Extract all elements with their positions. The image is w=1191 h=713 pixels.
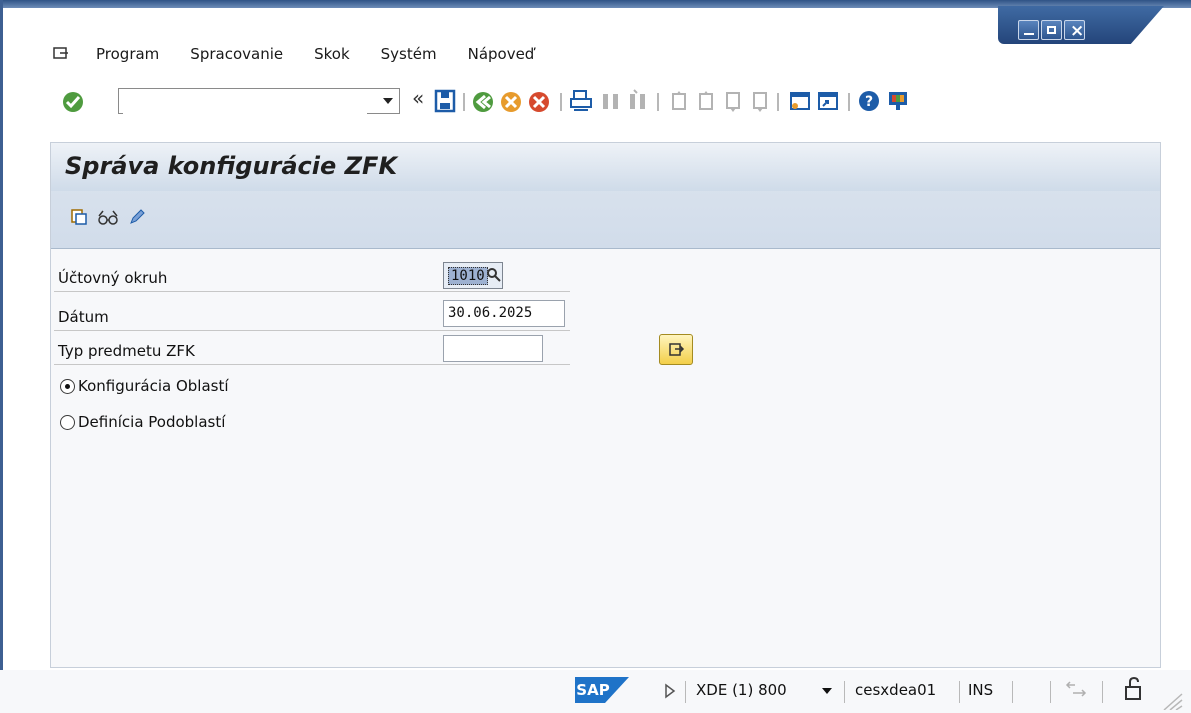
menu-button-icon[interactable] <box>50 46 72 62</box>
sap-logo-icon: SAP <box>575 677 629 703</box>
status-separator <box>1012 681 1013 703</box>
edit-pencil-icon[interactable] <box>127 207 147 227</box>
type-label: Typ predmetu ZFK <box>58 342 195 360</box>
find-icon[interactable] <box>599 89 623 113</box>
save-icon[interactable] <box>434 89 456 113</box>
cancel-icon[interactable] <box>526 89 552 115</box>
menu-spracovanie[interactable]: Spracovanie <box>190 45 283 63</box>
toolbar-separator <box>463 93 465 111</box>
date-row: Dátum 30.06.2025 <box>50 300 570 331</box>
type-row: Typ predmetu ZFK <box>50 335 570 365</box>
create-session-icon[interactable] <box>788 89 812 113</box>
screen-header: Správa konfigurácie ZFK <box>51 143 1160 249</box>
window-controls: × <box>998 6 1164 44</box>
company-code-label: Účtovný okruh <box>58 269 168 287</box>
next-page-icon[interactable] <box>721 89 745 113</box>
collapse-command-icon[interactable]: « <box>412 86 424 110</box>
menu-program[interactable]: Program <box>96 45 159 63</box>
close-icon: × <box>1070 21 1085 41</box>
first-page-icon[interactable] <box>667 89 691 113</box>
maximize-icon <box>1047 26 1056 34</box>
toolbar-separator <box>848 93 850 111</box>
minimize-icon <box>1024 33 1034 35</box>
search-icon[interactable] <box>486 267 502 283</box>
command-field[interactable] <box>118 88 400 114</box>
radio1-label: Konfigurácia Oblastí <box>78 377 229 395</box>
back-icon[interactable] <box>470 89 496 115</box>
previous-page-icon[interactable] <box>694 89 718 113</box>
copy-icon[interactable] <box>69 207 89 227</box>
display-icon[interactable] <box>97 207 119 227</box>
command-dropdown-arrow-icon[interactable] <box>383 98 393 104</box>
lock-icon[interactable] <box>1122 676 1144 702</box>
title-bar: Správa konfigurácie ZFK <box>51 143 1160 191</box>
window-left-border <box>0 0 3 713</box>
help-icon[interactable]: ? <box>857 89 881 113</box>
status-tab-icon[interactable] <box>1065 680 1087 700</box>
command-input[interactable] <box>123 90 367 114</box>
main-screen: Správa konfigurácie ZFK <box>50 142 1161 668</box>
status-separator <box>959 681 960 703</box>
menu-skok[interactable]: Skok <box>314 45 350 63</box>
minimize-button[interactable] <box>1018 20 1039 40</box>
row-divider <box>54 364 570 365</box>
radio-button[interactable] <box>60 414 75 430</box>
maximize-button[interactable] <box>1041 20 1062 40</box>
shortcut-icon[interactable] <box>816 89 840 113</box>
application-toolbar <box>69 205 147 229</box>
status-separator <box>844 681 845 703</box>
status-separator <box>685 681 686 703</box>
close-button[interactable]: × <box>1064 20 1085 41</box>
execute-button[interactable] <box>659 334 693 365</box>
find-next-icon[interactable] <box>626 89 650 113</box>
company-code-value: 1010 <box>448 267 488 285</box>
menu-napoved[interactable]: Nápoveď <box>468 45 535 63</box>
resize-grip-icon[interactable] <box>1160 690 1184 710</box>
date-field[interactable]: 30.06.2025 <box>443 300 565 327</box>
sap-window: × Program Spracovanie Skok Systém Nápove… <box>0 0 1191 713</box>
enter-check-icon[interactable] <box>60 89 86 115</box>
svg-text:SAP: SAP <box>576 681 609 699</box>
menu-system[interactable]: Systém <box>381 45 437 63</box>
customize-layout-icon[interactable] <box>886 89 910 113</box>
last-page-icon[interactable] <box>748 89 772 113</box>
status-bar: SAP XDE (1) 800 cesxdea01 INS <box>0 670 1191 713</box>
company-code-field[interactable]: 1010 <box>443 262 503 289</box>
status-separator <box>1102 681 1103 703</box>
menu-bar: Program Spracovanie Skok Systém Nápoveď <box>50 40 565 68</box>
radio-button-selected[interactable] <box>60 378 75 394</box>
toolbar-separator <box>657 93 659 111</box>
server-name: cesxdea01 <box>855 681 937 699</box>
radio-konfiguracia-oblasti[interactable]: Konfigurácia Oblastí <box>60 374 229 398</box>
svg-text:?: ? <box>865 94 873 110</box>
row-divider <box>54 291 570 292</box>
status-separator <box>1050 681 1051 703</box>
page-title: Správa konfigurácie ZFK <box>65 152 398 180</box>
standard-toolbar: « ? <box>60 84 1040 118</box>
toolbar-separator <box>777 93 779 111</box>
type-field[interactable] <box>443 335 543 362</box>
insert-mode: INS <box>968 681 994 699</box>
radio2-label: Definícia Podoblastí <box>78 413 226 431</box>
status-expand-icon[interactable] <box>664 683 676 699</box>
company-code-row: Účtovný okruh 1010 <box>50 262 570 292</box>
system-dropdown-icon[interactable] <box>822 688 832 694</box>
exit-icon[interactable] <box>498 89 524 115</box>
radio-definicia-podoblasti[interactable]: Definícia Podoblastí <box>60 410 225 434</box>
system-info: XDE (1) 800 <box>696 681 787 699</box>
row-divider <box>54 330 570 331</box>
date-label: Dátum <box>58 308 109 326</box>
toolbar-separator <box>560 93 562 111</box>
multiple-selection-icon <box>669 343 685 356</box>
date-value: 30.06.2025 <box>448 305 533 321</box>
print-icon[interactable] <box>569 89 593 113</box>
